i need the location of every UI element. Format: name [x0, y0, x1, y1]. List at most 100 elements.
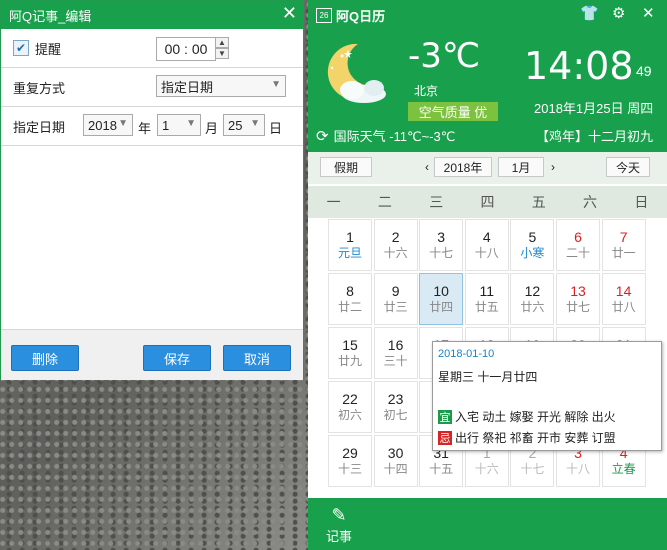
memo-footer: 删除 保存 取消 [1, 329, 303, 380]
calendar-day-cell[interactable]: 3 十七 [419, 219, 464, 271]
lunar-day: 廿六 [520, 300, 545, 314]
calendar-day-cell[interactable]: 6 二十 [556, 219, 600, 271]
day-number: 4 [482, 229, 491, 245]
year-value: 2018 [88, 117, 117, 133]
gear-icon[interactable]: ⚙ [612, 4, 625, 22]
day-number: 16 [387, 337, 404, 353]
calendar-day-cell[interactable]: 8 廿二 [328, 273, 372, 325]
intl-weather-link[interactable]: ⟳ 国际天气 -11℃~-3℃ [316, 126, 455, 145]
remind-checkbox[interactable]: ✔ [13, 40, 29, 56]
day-number: 13 [570, 283, 586, 299]
close-icon[interactable]: ✕ [642, 4, 655, 22]
weekday-header: 一 二 三 四 五 六 日 [308, 186, 667, 218]
yi-tag: 宜 [438, 409, 452, 424]
lunar-day: 廿九 [337, 354, 362, 368]
today-button[interactable]: 今天 [606, 157, 650, 177]
city-name: 北京 [414, 84, 439, 98]
repeat-label: 重复方式 [13, 80, 66, 96]
lunar-day: 廿二 [337, 300, 362, 314]
calendar-day-cell[interactable]: 13 廿七 [556, 273, 600, 325]
skin-icon[interactable]: 👕 [580, 4, 599, 22]
calendar-title: 阿Q日历 [336, 9, 386, 24]
holiday-button[interactable]: 假期 [320, 157, 372, 177]
calendar-day-cell[interactable]: 30 十四 [373, 435, 418, 487]
day-value: 25 [228, 117, 243, 133]
temperature: -3℃ [408, 36, 481, 76]
lunar-day: 廿三 [383, 300, 408, 314]
time-stepper[interactable]: ▲ ▼ [215, 37, 229, 59]
calendar-day-cell[interactable]: 7 廿一 [601, 219, 646, 271]
chevron-down-icon: ▼ [118, 118, 128, 129]
stepper-up-icon[interactable]: ▲ [215, 37, 229, 48]
month-select[interactable]: 1月 [498, 157, 544, 177]
repeat-row: 重复方式 指定日期 ▼ [1, 68, 303, 107]
night-cloudy-icon [327, 43, 386, 103]
calendar-title-bar[interactable]: 26 阿Q日历 [316, 6, 385, 25]
day-number: 30 [387, 445, 404, 461]
calendar-window: 26 阿Q日历 👕 ⚙ ✕ -3℃ 北京 空气质量 优 14:08 49 201… [308, 0, 667, 550]
day-number: 15 [342, 337, 358, 353]
memo-title-bar[interactable]: 阿Q记事_编辑 ✕ [1, 1, 303, 29]
calendar-day-cell[interactable]: 2 十六 [373, 219, 418, 271]
calendar-day-cell[interactable]: 22 初六 [328, 381, 372, 433]
prev-month-icon[interactable]: ‹ [420, 157, 434, 177]
stepper-down-icon[interactable]: ▼ [215, 48, 229, 59]
calendar-day-cell[interactable]: 1 元旦 [328, 219, 372, 271]
calendar-day-cell[interactable]: 23 初七 [373, 381, 418, 433]
calendar-day-cell[interactable]: 9 廿三 [373, 273, 418, 325]
day-number: 22 [342, 391, 358, 407]
year-select[interactable]: 2018年 [434, 157, 492, 177]
day-unit: 日 [269, 121, 283, 136]
tooltip-ji-row: 忌 出行 祭祀 祁畜 开市 安葬 订盟 [438, 429, 616, 446]
next-month-icon[interactable]: › [546, 157, 560, 177]
day-select[interactable]: 25 ▼ [223, 114, 265, 136]
lunar-day: 十五 [429, 462, 454, 476]
weekday-label: 四 [480, 194, 495, 210]
ji-tag: 忌 [438, 430, 452, 445]
day-number: 7 [619, 229, 628, 245]
tooltip-yi-row: 宜 入宅 动土 嫁娶 开光 解除 出火 [438, 408, 616, 425]
chevron-down-icon: ▼ [271, 79, 281, 90]
time-input[interactable]: 00 : 00 [156, 37, 216, 61]
lunar-day: 廿四 [429, 300, 454, 314]
repeat-select[interactable]: 指定日期 ▼ [156, 75, 286, 97]
calendar-header: 26 阿Q日历 👕 ⚙ ✕ -3℃ 北京 空气质量 优 14:08 49 201… [308, 0, 667, 152]
calendar-day-cell[interactable]: 16 三十 [373, 327, 418, 379]
calendar-day-cell[interactable]: 11 廿五 [464, 273, 509, 325]
cancel-button[interactable]: 取消 [223, 345, 291, 371]
notes-button[interactable]: ✎ 记事 [322, 504, 356, 545]
air-quality-badge[interactable]: 空气质量 优 [408, 102, 498, 121]
memo-text-area[interactable] [1, 146, 303, 356]
calendar-day-cell[interactable]: 10 廿四 [419, 273, 464, 325]
calendar-day-cell[interactable]: 15 廿九 [328, 327, 372, 379]
intl-weather-text: 国际天气 -11℃~-3℃ [333, 129, 456, 144]
lunar-day: 廿一 [611, 246, 636, 260]
lunar-day: 十七 [520, 462, 545, 476]
day-number: 8 [346, 283, 354, 299]
lunar-day: 廿八 [611, 300, 636, 314]
tooltip-weekday-lunar: 星期三 十一月廿四 [438, 370, 538, 384]
day-number: 29 [342, 445, 358, 461]
delete-button[interactable]: 删除 [11, 345, 79, 371]
close-icon[interactable]: ✕ [282, 3, 297, 24]
edit-icon: ✎ [331, 505, 347, 525]
month-select[interactable]: 1 ▼ [157, 114, 201, 136]
calendar-day-cell[interactable]: 14 廿八 [601, 273, 646, 325]
calendar-day-cell[interactable]: 12 廿六 [510, 273, 555, 325]
calendar-day-cell[interactable]: 4 十八 [464, 219, 509, 271]
month-unit: 月 [205, 121, 219, 136]
day-number: 23 [387, 391, 404, 407]
tooltip-date: 2018-01-10 [438, 348, 495, 360]
save-button[interactable]: 保存 [143, 345, 211, 371]
calendar-day-cell[interactable]: 29 十三 [328, 435, 372, 487]
remind-label: 提醒 [35, 41, 62, 57]
day-number: 12 [524, 283, 541, 299]
calendar-day-cell[interactable]: 5 小寒 [510, 219, 555, 271]
lunar-day: 元旦 [337, 246, 362, 260]
weekday-label: 五 [531, 194, 546, 210]
year-select[interactable]: 2018 ▼ [83, 114, 133, 136]
weekday-label: 二 [377, 194, 392, 210]
lunar-day: 十四 [383, 462, 408, 476]
chevron-down-icon: ▼ [186, 118, 196, 129]
day-number: 1 [346, 229, 354, 245]
